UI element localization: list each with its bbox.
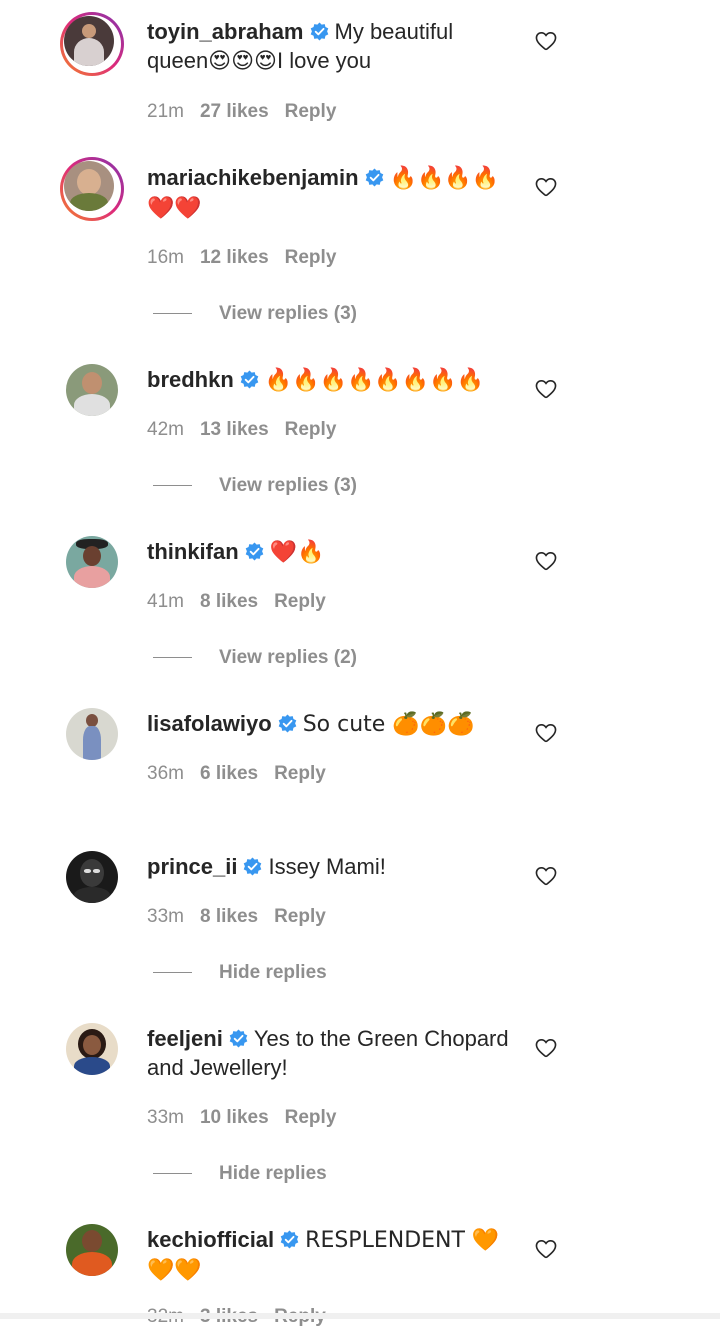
- comment-meta: 36m 6 likes Reply: [147, 763, 342, 785]
- comment-time: 42m: [147, 419, 184, 440]
- heart-outline-icon[interactable]: [535, 31, 557, 51]
- comment-text-block: lisafolawiyo So cute 🍊🍊🍊: [147, 709, 517, 739]
- view-replies-button[interactable]: View replies (2): [153, 647, 357, 669]
- verified-badge-icon: [240, 370, 259, 389]
- heart-outline-icon[interactable]: [535, 379, 557, 399]
- heart-outline-icon[interactable]: [535, 551, 557, 571]
- comment-username[interactable]: toyin_abraham: [147, 19, 304, 44]
- comment-username[interactable]: thinkifan: [147, 539, 239, 564]
- view-replies-button[interactable]: View replies (3): [153, 475, 357, 497]
- comment-username[interactable]: bredhkn: [147, 367, 234, 392]
- comment-meta: 41m 8 likes Reply: [147, 591, 342, 613]
- reply-button[interactable]: Reply: [274, 591, 326, 612]
- comment-time: 41m: [147, 591, 184, 612]
- comment-text: 🔥🔥🔥🔥🔥🔥🔥🔥: [264, 368, 484, 393]
- replies-divider: [153, 1173, 192, 1175]
- heart-outline-icon[interactable]: [535, 1038, 557, 1058]
- comment-time: 36m: [147, 763, 184, 784]
- comment-text-block: bredhkn 🔥🔥🔥🔥🔥🔥🔥🔥: [147, 365, 517, 395]
- avatar[interactable]: [66, 1224, 118, 1276]
- reply-button[interactable]: Reply: [274, 906, 326, 927]
- comment-text-block: prince_ii Issey Mami!: [147, 852, 517, 881]
- reply-button[interactable]: Reply: [285, 1107, 337, 1128]
- heart-outline-icon[interactable]: [535, 177, 557, 197]
- comment-likes[interactable]: 12 likes: [200, 247, 269, 268]
- reply-button[interactable]: Reply: [274, 763, 326, 784]
- hide-replies-button[interactable]: Hide replies: [153, 1163, 327, 1185]
- replies-divider: [153, 657, 192, 659]
- verified-badge-icon: [245, 542, 264, 561]
- comment-text: Issey Mami!: [268, 854, 386, 879]
- hide-replies-label: Hide replies: [219, 1163, 327, 1184]
- comment-text: So cute 🍊🍊🍊: [302, 712, 475, 737]
- comment-likes[interactable]: 10 likes: [200, 1107, 269, 1128]
- comment-meta: 21m 27 likes Reply: [147, 101, 352, 123]
- verified-badge-icon: [229, 1029, 248, 1048]
- comment-time: 21m: [147, 101, 184, 122]
- view-replies-button[interactable]: View replies (3): [153, 303, 357, 325]
- reply-button[interactable]: Reply: [285, 101, 337, 122]
- verified-badge-icon: [243, 857, 262, 876]
- comment-time: 16m: [147, 247, 184, 268]
- avatar[interactable]: [60, 157, 124, 221]
- replies-divider: [153, 485, 192, 487]
- comment-username[interactable]: lisafolawiyo: [147, 711, 272, 736]
- verified-badge-icon: [278, 714, 297, 733]
- comment-username[interactable]: mariachikebenjamin: [147, 165, 359, 190]
- reply-button[interactable]: Reply: [285, 419, 337, 440]
- hide-replies-label: Hide replies: [219, 962, 327, 983]
- replies-divider: [153, 313, 192, 315]
- view-replies-label: View replies (3): [219, 475, 357, 496]
- comment-meta: 33m 8 likes Reply: [147, 906, 342, 928]
- avatar[interactable]: [66, 708, 118, 760]
- comment-meta: 33m 10 likes Reply: [147, 1107, 352, 1129]
- comment-text-block: mariachikebenjamin 🔥🔥🔥🔥 ❤️❤️: [147, 163, 517, 223]
- avatar[interactable]: [60, 12, 124, 76]
- avatar[interactable]: [66, 364, 118, 416]
- view-replies-label: View replies (2): [219, 647, 357, 668]
- comment-username[interactable]: feeljeni: [147, 1026, 223, 1051]
- comment-text-block: thinkifan ❤️🔥: [147, 537, 517, 567]
- heart-outline-icon[interactable]: [535, 723, 557, 743]
- verified-badge-icon: [365, 168, 384, 187]
- bottom-edge: [0, 1313, 720, 1319]
- view-replies-label: View replies (3): [219, 303, 357, 324]
- comment-text-block: feeljeni Yes to the Green Chopard and Jew…: [147, 1024, 517, 1082]
- verified-badge-icon: [280, 1230, 299, 1249]
- reply-button[interactable]: Reply: [285, 247, 337, 268]
- comment-likes[interactable]: 8 likes: [200, 906, 258, 927]
- comment-likes[interactable]: 6 likes: [200, 763, 258, 784]
- avatar[interactable]: [66, 1023, 118, 1075]
- comment-username[interactable]: kechiofficial: [147, 1227, 274, 1252]
- hide-replies-button[interactable]: Hide replies: [153, 962, 327, 984]
- comment-text-block: toyin_abraham My beautiful queen😍😍😍I love…: [147, 17, 517, 75]
- comment-time: 33m: [147, 906, 184, 927]
- comment-meta: 42m 13 likes Reply: [147, 419, 352, 441]
- heart-outline-icon[interactable]: [535, 866, 557, 886]
- comment-likes[interactable]: 8 likes: [200, 591, 258, 612]
- comment-text: ❤️🔥: [269, 540, 325, 565]
- replies-divider: [153, 972, 192, 974]
- comment-username[interactable]: prince_ii: [147, 854, 237, 879]
- heart-outline-icon[interactable]: [535, 1239, 557, 1259]
- verified-badge-icon: [310, 22, 329, 41]
- avatar[interactable]: [66, 851, 118, 903]
- comment-likes[interactable]: 13 likes: [200, 419, 269, 440]
- avatar[interactable]: [66, 536, 118, 588]
- comment-text-block: kechiofficial RESPLENDENT 🧡🧡🧡: [147, 1225, 517, 1285]
- comment-likes[interactable]: 27 likes: [200, 101, 269, 122]
- comment-time: 33m: [147, 1107, 184, 1128]
- comment-meta: 16m 12 likes Reply: [147, 247, 352, 269]
